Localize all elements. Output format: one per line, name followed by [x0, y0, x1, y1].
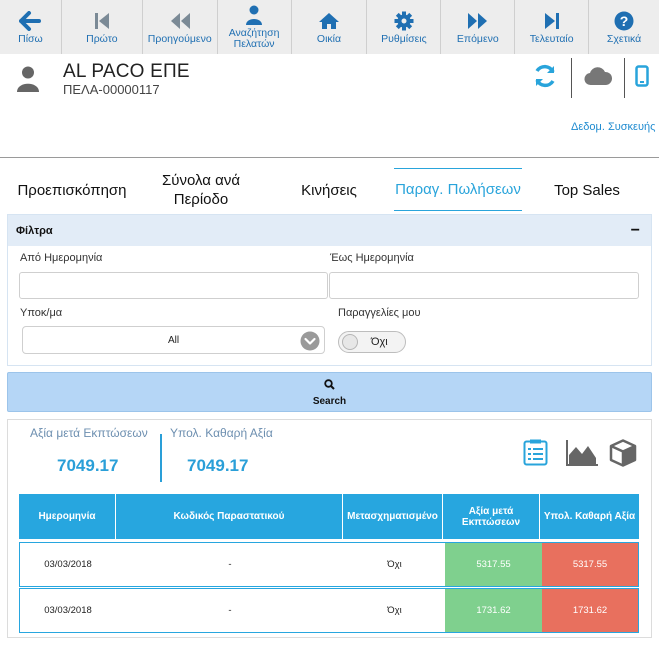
home-icon — [318, 10, 340, 32]
tab-top-sales[interactable]: Top Sales — [540, 170, 634, 210]
cell-value-after-discount: 1731.62 — [445, 589, 542, 632]
cell-calc-net-value: 5317.55 — [542, 543, 638, 586]
previous-label: Προηγούμενο — [147, 32, 212, 45]
to-date-input[interactable] — [329, 272, 639, 299]
filters-header[interactable]: Φίλτρα − — [8, 215, 651, 246]
cloud-icon — [584, 66, 613, 91]
back-button[interactable]: Πίσω — [0, 0, 62, 54]
column-header[interactable]: Κωδικός Παραστατικού — [116, 494, 343, 539]
list-view-icon[interactable] — [523, 439, 548, 471]
previous-button[interactable]: Προηγούμενο — [142, 0, 218, 54]
filters-title: Φίλτρα — [16, 224, 53, 237]
settings-label: Ρυθμίσεις — [381, 32, 427, 45]
kpi-value-net-after-discount: 7049.17 — [57, 456, 119, 475]
kpi-value-calc-net-value: 7049.17 — [187, 456, 249, 475]
customer-search-button[interactable]: Αναζήτηση Πελατών — [217, 0, 292, 54]
last-label: Τελευταίο — [529, 32, 574, 45]
settings-button[interactable]: Ρυθμίσεις — [367, 0, 442, 54]
table-row[interactable]: 03/03/2018 - Όχι 5317.55 5317.55 — [19, 542, 639, 587]
mobile-icon — [635, 64, 649, 92]
tab-overview[interactable]: Προεπισκόπηση — [6, 170, 138, 210]
area-chart-icon[interactable] — [566, 439, 599, 471]
header-actions — [519, 58, 659, 98]
device-button[interactable] — [625, 58, 659, 98]
tab-movements[interactable]: Κινήσεις — [284, 170, 374, 210]
my-orders-label: Παραγγελίες μου — [338, 307, 421, 319]
cloud-button[interactable] — [572, 58, 624, 98]
branch-label: Υποκ/μα — [20, 307, 63, 319]
person-icon — [16, 66, 40, 97]
search-button[interactable]: Search — [7, 372, 652, 412]
kpi-label-calc-net-value: Υπολ. Καθαρή Αξία — [170, 426, 273, 440]
kpi-divider — [160, 434, 162, 482]
cell-date: 03/03/2018 — [44, 605, 92, 616]
about-label: Σχετικά — [606, 32, 642, 45]
my-orders-value: Όχι — [371, 336, 388, 348]
cell-calc-net-value: 1731.62 — [542, 589, 638, 632]
search-icon — [324, 377, 335, 395]
next-label: Επόμενο — [456, 32, 499, 45]
gear-icon — [394, 10, 414, 32]
cube-icon[interactable] — [609, 439, 637, 472]
customer-search-label: Αναζήτηση Πελατών — [228, 27, 280, 50]
branch-select[interactable]: All — [22, 326, 325, 354]
cell-value-after-discount: 5317.55 — [445, 543, 542, 586]
about-button[interactable]: ? Σχετικά — [589, 0, 659, 54]
branch-select-value: All — [167, 334, 180, 346]
next-button[interactable]: Επόμενο — [441, 0, 516, 54]
search-label: Search — [312, 396, 347, 407]
back-label: Πίσω — [18, 32, 43, 45]
to-date-label: Έως Ημερομηνία — [330, 252, 414, 264]
cell-doc-code: - — [228, 559, 232, 570]
cell-date: 03/03/2018 — [44, 559, 92, 570]
customer-name: AL PACO ΕΠΕ — [63, 61, 190, 82]
last-button[interactable]: Τελευταίο — [515, 0, 590, 54]
question-icon: ? — [614, 10, 634, 32]
my-orders-toggle[interactable]: Όχι — [338, 331, 406, 353]
from-date-input[interactable] — [19, 272, 328, 299]
user-icon — [245, 4, 263, 26]
divider — [0, 157, 659, 158]
toolbar: Πίσω Πρώτο Προηγούμενο Αναζήτηση Πελατών… — [0, 0, 659, 54]
refresh-button[interactable] — [519, 58, 571, 98]
home-button[interactable]: Οικία — [291, 0, 368, 54]
first-button[interactable]: Πρώτο — [61, 0, 143, 54]
column-header[interactable]: Μετασχηματισμένο — [343, 494, 443, 539]
home-label: Οικία — [316, 32, 342, 45]
column-header[interactable]: Αξία μετά Εκπτώσεων — [443, 494, 540, 539]
collapse-icon[interactable]: − — [631, 222, 640, 240]
from-date-label: Από Ημερομηνία — [20, 252, 103, 264]
chevron-down-icon — [300, 331, 320, 354]
cell-doc-code: - — [228, 605, 232, 616]
table-row[interactable]: 03/03/2018 - Όχι 1731.62 1731.62 — [19, 588, 639, 633]
cell-transformed: Όχι — [387, 605, 402, 616]
table-header: Ημερομηνία Κωδικός Παραστατικού Μετασχημ… — [19, 494, 639, 539]
rewind-icon — [169, 10, 191, 32]
arrow-left-icon — [19, 10, 42, 32]
customer-code: ΠΕΛΑ-00000117 — [63, 82, 160, 97]
fast-forward-icon — [467, 10, 489, 32]
toggle-knob — [342, 334, 358, 350]
first-label: Πρώτο — [86, 32, 118, 45]
refresh-icon — [532, 63, 558, 94]
column-header[interactable]: Υπολ. Καθαρή Αξία — [540, 494, 639, 539]
skip-first-icon — [94, 10, 110, 32]
skip-last-icon — [544, 10, 560, 32]
device-data-link[interactable]: Δεδομ. Συσκευής — [571, 121, 655, 133]
svg-text:?: ? — [620, 13, 629, 29]
cell-transformed: Όχι — [387, 559, 402, 570]
tab-totals-period[interactable]: Σύνολα ανά Περίοδο — [148, 170, 254, 210]
column-header[interactable]: Ημερομηνία — [19, 494, 116, 539]
tab-sales-docs[interactable]: Παραγ. Πωλήσεων — [394, 168, 522, 211]
kpi-label-net-after-discount: Αξία μετά Εκπτώσεων — [30, 426, 148, 440]
